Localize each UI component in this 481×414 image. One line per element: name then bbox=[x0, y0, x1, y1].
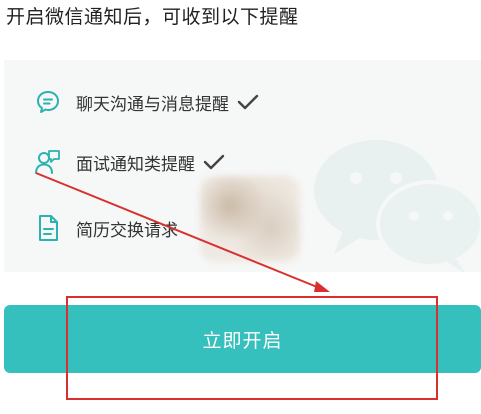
feature-item-interview: 面试通知类提醒 bbox=[34, 148, 225, 176]
feature-label: 简历交换请求 bbox=[76, 220, 178, 241]
check-icon bbox=[203, 154, 225, 170]
blurred-overlay bbox=[200, 176, 300, 262]
feature-item-chat: 聊天沟通与消息提醒 bbox=[34, 88, 259, 116]
feature-label: 聊天沟通与消息提醒 bbox=[76, 94, 229, 115]
feature-label: 面试通知类提醒 bbox=[76, 154, 195, 175]
check-icon bbox=[237, 94, 259, 110]
page-title: 开启微信通知后，可收到以下提醒 bbox=[6, 6, 299, 28]
document-icon bbox=[34, 214, 62, 242]
feature-item-resume: 简历交换请求 bbox=[34, 214, 178, 242]
enable-now-button[interactable]: 立即开启 bbox=[4, 305, 481, 373]
wechat-watermark-icon bbox=[314, 140, 481, 272]
interview-person-icon bbox=[34, 148, 62, 176]
chat-bubble-icon bbox=[34, 88, 62, 116]
